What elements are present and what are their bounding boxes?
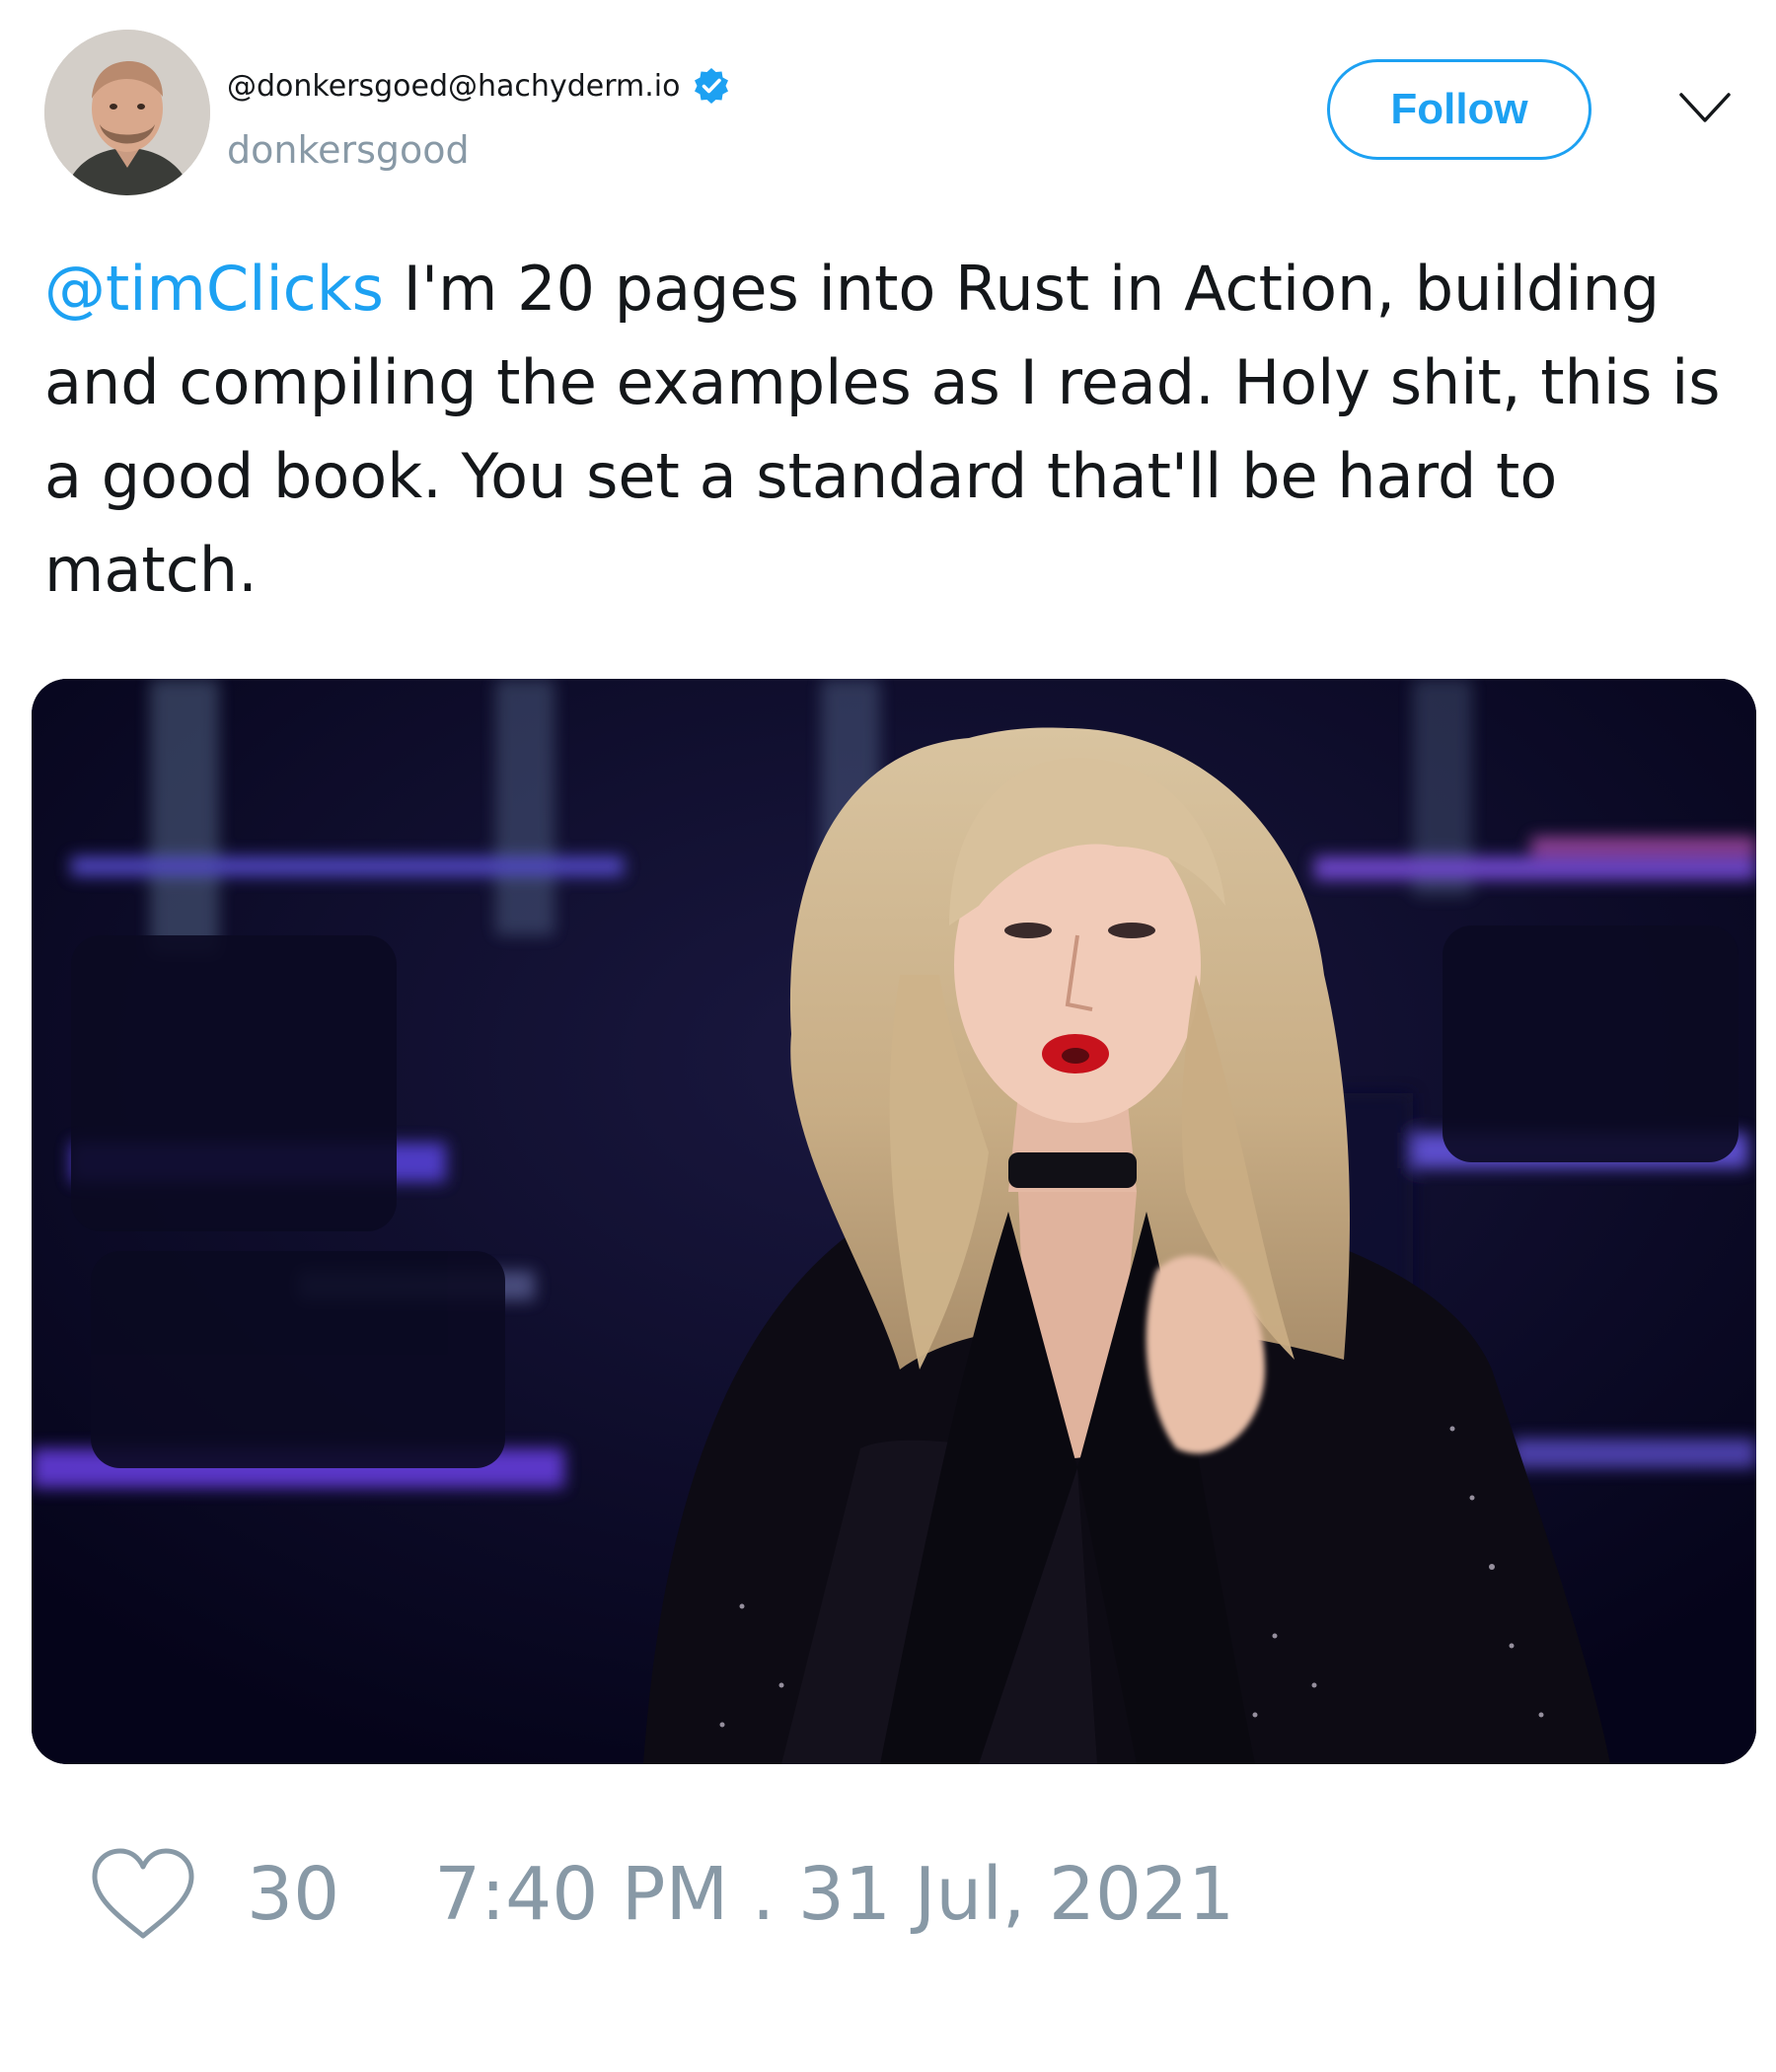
media-image [32,679,1756,1764]
tweet-mention-link[interactable]: @timClicks [44,253,384,325]
tweet-footer: 30 7:40 PM . 31 Jul, 2021 [89,1845,1234,1944]
like-count: 30 [247,1852,340,1937]
avatar-photo [44,30,210,195]
author-handle[interactable]: @donkersgoed@hachyderm.io [227,69,680,104]
author-username[interactable]: donkersgood [227,128,470,172]
tweet-timestamp[interactable]: 7:40 PM . 31 Jul, 2021 [434,1852,1234,1937]
chevron-down-icon[interactable] [1677,89,1733,128]
author-avatar[interactable] [44,30,210,195]
tweet-text: @timClicks I'm 20 pages into Rust in Act… [44,242,1741,617]
tweet-media-gif[interactable] [32,679,1756,1764]
verified-badge-icon [695,68,729,104]
heart-outline-icon[interactable] [89,1845,197,1944]
author-handle-row[interactable]: @donkersgoed@hachyderm.io [227,65,731,107]
follow-button[interactable]: Follow [1327,59,1591,160]
